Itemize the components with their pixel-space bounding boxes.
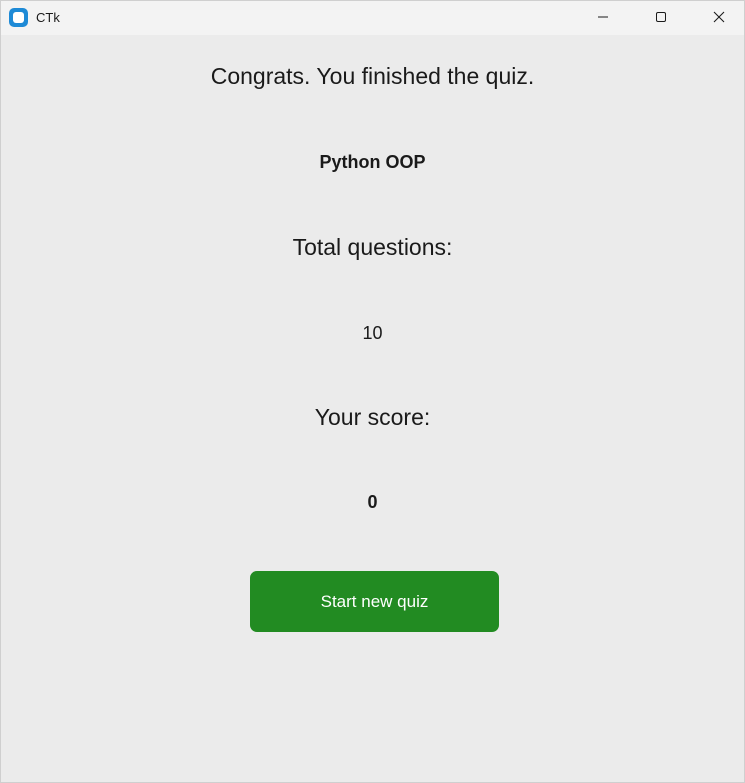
- score-value: 0: [367, 492, 378, 512]
- minimize-button[interactable]: [574, 1, 632, 33]
- total-questions-value: 10: [362, 323, 383, 343]
- quiz-name: Python OOP: [319, 152, 426, 172]
- total-questions-label: Total questions:: [292, 234, 453, 260]
- maximize-icon: [656, 12, 666, 22]
- app-window: CTk Congrats. You finished the quiz. Pyt…: [0, 0, 745, 783]
- maximize-button[interactable]: [632, 1, 690, 33]
- minimize-icon: [598, 16, 608, 18]
- quiz-result-panel: Congrats. You finished the quiz. Python …: [1, 35, 744, 782]
- window-title: CTk: [36, 10, 60, 25]
- completion-heading: Congrats. You finished the quiz.: [210, 63, 535, 89]
- start-new-quiz-button[interactable]: Start new quiz: [250, 571, 499, 632]
- app-icon: [9, 8, 28, 27]
- title-bar[interactable]: CTk: [1, 1, 744, 35]
- score-label: Your score:: [314, 404, 431, 430]
- close-icon: [713, 11, 725, 23]
- close-button[interactable]: [690, 1, 745, 33]
